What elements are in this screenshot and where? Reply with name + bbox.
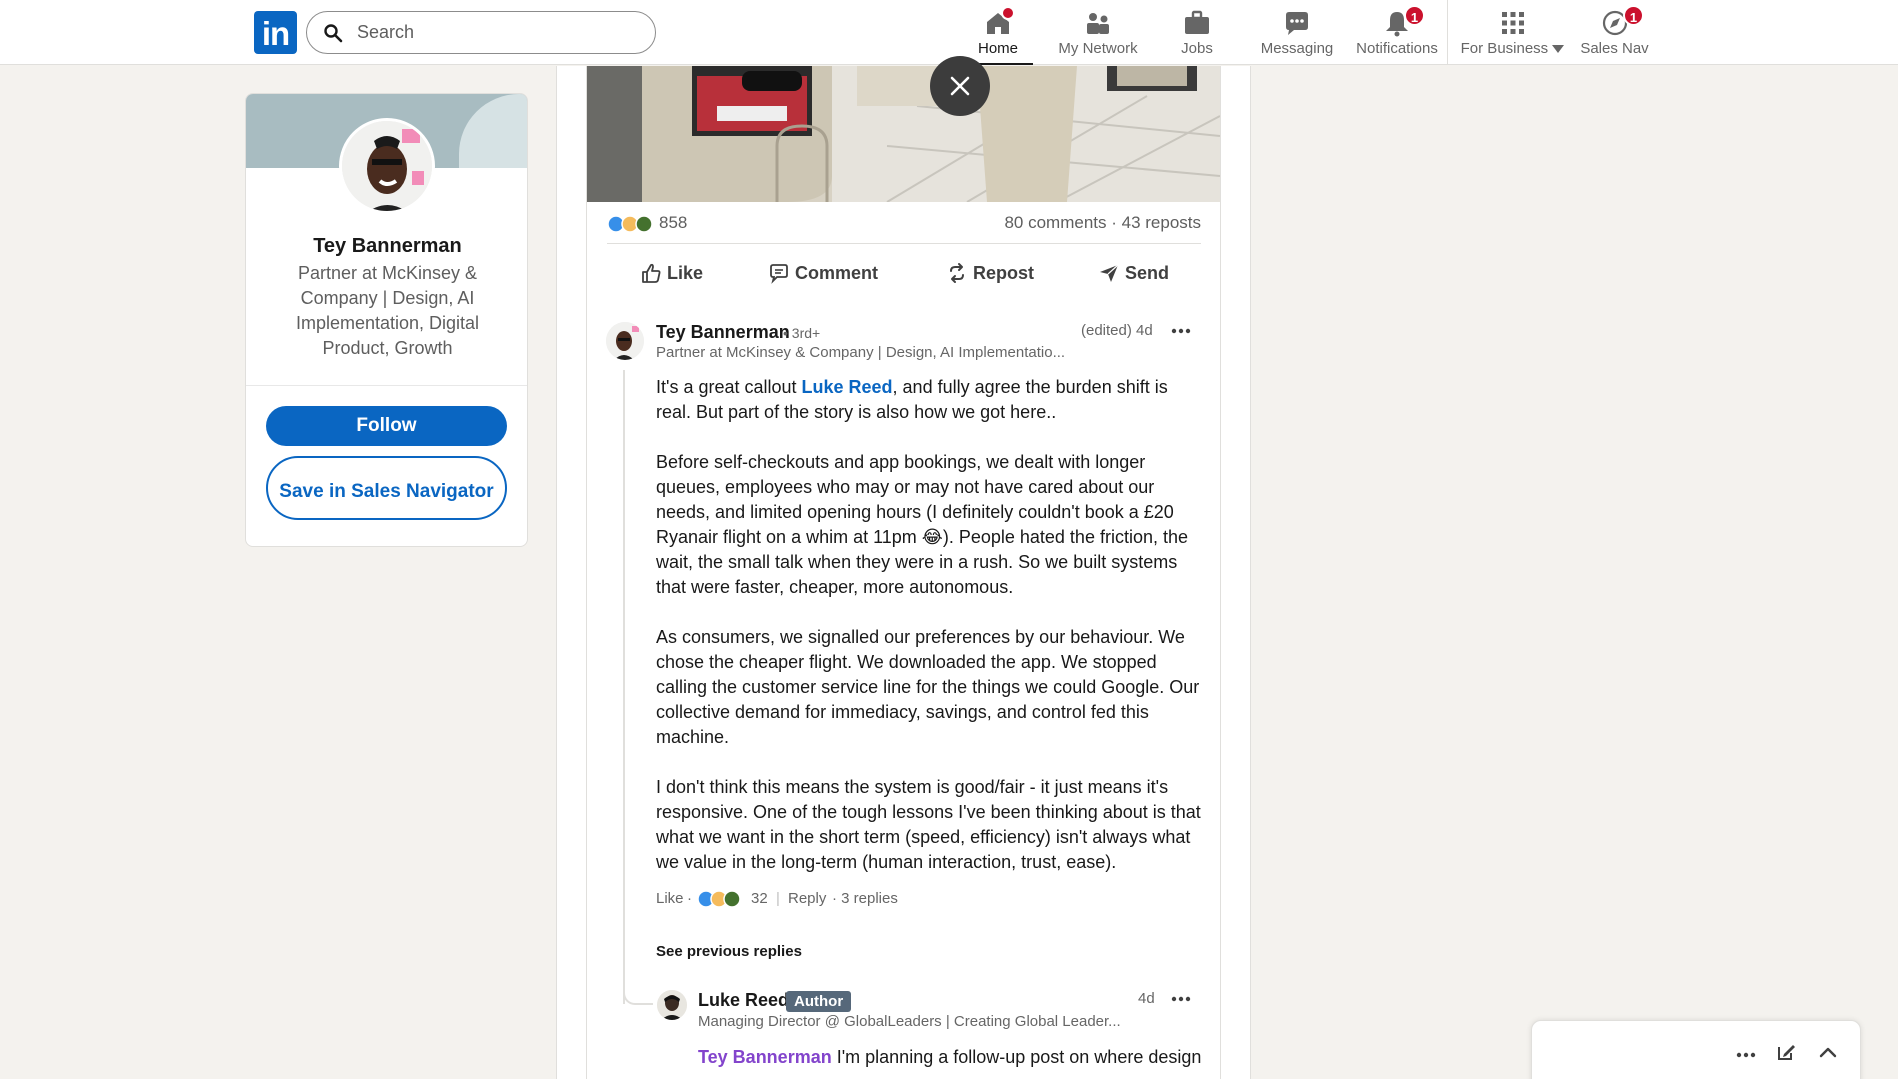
profile-card: Tey Bannerman Partner at McKinsey & Comp… <box>245 93 528 547</box>
search-icon <box>324 24 343 43</box>
nav-for-business-label: For Business <box>1460 40 1565 57</box>
profile-headline: Partner at McKinsey & Company | Design, … <box>295 263 480 358</box>
comment-paragraph: As consumers, we signalled our preferenc… <box>656 627 1200 747</box>
reply-button[interactable]: Reply <box>788 890 826 907</box>
comment-icon <box>770 264 788 284</box>
comment-reaction-icons[interactable] <box>697 889 743 909</box>
repost-label: Repost <box>973 263 1035 283</box>
nav-sales-nav[interactable]: 1 Sales Nav <box>1577 0 1652 65</box>
reaction-count: 858 <box>659 213 688 232</box>
like-label: Like <box>667 263 704 283</box>
divider <box>607 243 1201 244</box>
top-nav: in Home My Network Jobs Messaging 1 Noti… <box>0 0 1898 65</box>
home-notification-dot <box>1001 6 1015 20</box>
nav-notifications[interactable]: 1 Notifications <box>1353 0 1441 65</box>
send-label: Send <box>1125 263 1170 283</box>
people-icon <box>1087 13 1109 34</box>
nav-home[interactable]: Home <box>963 0 1033 65</box>
more-options-icon[interactable] <box>1735 1045 1757 1065</box>
comment-author-name[interactable]: Tey Bannerman <box>656 322 790 343</box>
nav-home-label: Home <box>977 40 1018 57</box>
profile-name[interactable]: Tey Bannerman <box>246 235 527 258</box>
comment-like-button[interactable]: Like <box>656 890 684 907</box>
messaging-icon <box>1286 12 1308 35</box>
comment-paragraph: It's a great callout Luke Reed, and full… <box>656 377 1168 422</box>
reaction-icons <box>607 215 653 233</box>
comments-reposts-count[interactable]: 80 comments · 43 reposts <box>1004 213 1201 233</box>
nav-my-network-label: My Network <box>1058 40 1138 57</box>
nav-messaging-label: Messaging <box>1260 40 1334 57</box>
comment-label: Comment <box>795 263 879 283</box>
comment-reaction-count: 32 <box>751 890 768 907</box>
nav-jobs[interactable]: Jobs <box>1163 0 1231 65</box>
post-image[interactable] <box>587 66 1220 202</box>
briefcase-icon <box>1185 10 1209 34</box>
nav-my-network[interactable]: My Network <box>1048 0 1148 65</box>
linkedin-logo[interactable]: in <box>254 11 297 54</box>
mention-link[interactable]: Luke Reed <box>802 377 893 397</box>
laughing-emoji: 😂 <box>921 527 943 547</box>
comment-paragraph: Before self-checkouts and app bookings, … <box>656 452 1188 597</box>
send-icon <box>1100 264 1119 282</box>
caret-down-icon <box>1552 45 1565 54</box>
messaging-popup[interactable] <box>1531 1020 1861 1079</box>
grid-icon <box>1501 12 1524 34</box>
notifications-badge: 1 <box>1404 5 1425 26</box>
nav-for-business[interactable]: For Business <box>1460 0 1565 65</box>
sales-nav-badge: 1 <box>1623 5 1644 26</box>
comment-timestamp: (edited) 4d <box>1081 322 1153 339</box>
comment-paragraph: I don't think this means the system is g… <box>656 777 1201 872</box>
nav-sales-nav-label: Sales Nav <box>1580 40 1649 57</box>
see-previous-replies-button[interactable]: See previous replies <box>656 943 802 960</box>
chevron-up-icon[interactable] <box>1817 1041 1839 1063</box>
more-options-icon[interactable] <box>1169 321 1193 341</box>
repost-icon <box>950 263 964 283</box>
reply-author-photo <box>657 990 687 1020</box>
compose-icon[interactable] <box>1775 1041 1797 1063</box>
thumbs-up-icon <box>642 263 661 283</box>
comment-author-headline: Partner at McKinsey & Company | Design, … <box>656 344 1066 361</box>
save-in-sales-navigator-button[interactable]: Save in Sales Navigator <box>266 456 507 520</box>
reply-author-headline: Managing Director @ GlobalLeaders | Crea… <box>698 1013 1121 1030</box>
comment-avatar[interactable] <box>606 322 644 360</box>
reply-text: Tey Bannerman I'm planning a follow-up p… <box>698 1047 1202 1067</box>
separator-dot: · <box>687 890 692 907</box>
self-checkout-photo <box>587 66 1220 202</box>
reply-author-name[interactable]: Luke Reed <box>698 990 789 1011</box>
search-input[interactable] <box>357 12 647 53</box>
thread-line <box>623 370 625 1004</box>
reply-avatar[interactable] <box>657 990 687 1020</box>
comment-text: It's a great callout Luke Reed, and full… <box>656 375 1206 900</box>
mention-link[interactable]: Tey Bannerman <box>698 1047 832 1067</box>
thread-connector <box>623 985 653 1005</box>
connection-degree: • 3rd+ <box>783 325 821 341</box>
separator: | <box>776 890 780 907</box>
search-bar[interactable] <box>306 11 656 54</box>
close-button[interactable] <box>930 56 990 116</box>
more-options-icon[interactable] <box>1169 989 1193 1009</box>
nav-notifications-label: Notifications <box>1356 40 1438 57</box>
avatar[interactable] <box>339 118 435 214</box>
replies-count[interactable]: · 3 replies <box>832 890 898 907</box>
author-badge: Author <box>786 991 852 1012</box>
reply-timestamp: 4d <box>1138 990 1155 1007</box>
close-icon <box>950 76 970 96</box>
follow-button[interactable]: Follow <box>266 406 507 446</box>
profile-photo <box>342 121 432 211</box>
nav-messaging[interactable]: Messaging <box>1257 0 1337 65</box>
divider <box>246 385 527 386</box>
nav-divider <box>1447 0 1448 65</box>
nav-jobs-label: Jobs <box>1181 40 1213 57</box>
commenter-photo <box>606 322 644 360</box>
